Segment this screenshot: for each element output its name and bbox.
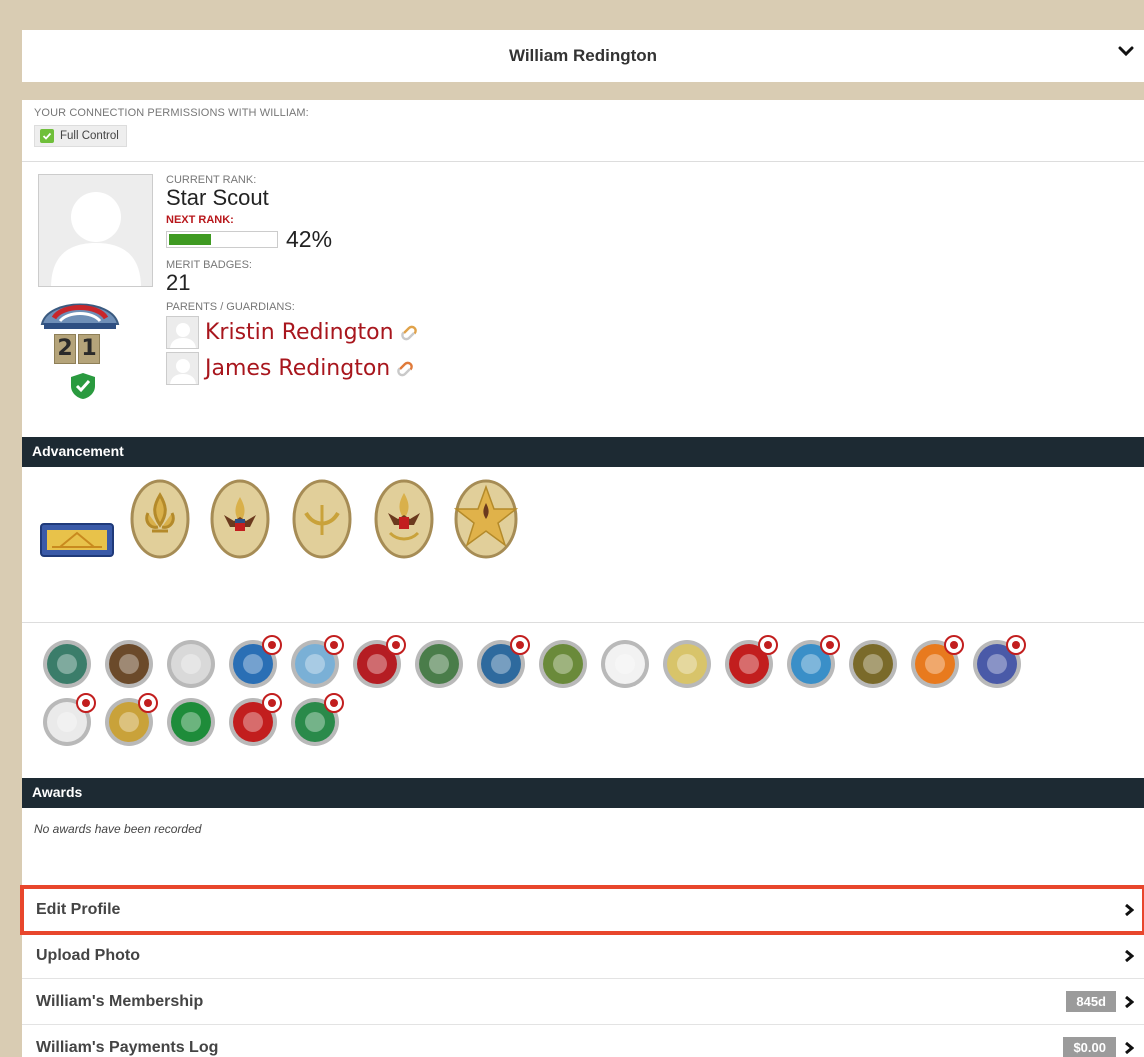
menu-item-right: [1124, 949, 1134, 962]
merit-badge-icon[interactable]: [42, 693, 96, 747]
menu-item-william-s-membership[interactable]: William's Membership 845d: [22, 979, 1144, 1025]
merit-badge-icon[interactable]: [662, 635, 716, 689]
menu-item-badge: $0.00: [1063, 1037, 1116, 1057]
profile-summary: 2 1 CURRENT RANK: Star Scout NEXT RANK: …: [22, 162, 1144, 437]
merit-badge-icon[interactable]: [166, 693, 220, 747]
current-rank-value: Star Scout: [166, 185, 269, 210]
merit-badges-label: MERIT BADGES:: [166, 259, 252, 271]
chevron-right-icon[interactable]: [1124, 949, 1134, 962]
scout-avatar[interactable]: [38, 174, 153, 287]
guardian-avatar: [166, 316, 199, 349]
menu-item-label: Edit Profile: [36, 900, 121, 918]
merit-badge-icon[interactable]: [972, 635, 1026, 689]
merit-badge-icon[interactable]: [600, 635, 654, 689]
menu-item-label: William's Payments Log: [36, 1038, 219, 1056]
menu-item-upload-photo[interactable]: Upload Photo: [22, 933, 1144, 979]
merit-badge-icon[interactable]: [724, 635, 778, 689]
link-icon[interactable]: [400, 324, 418, 342]
unit-number-digit: 1: [78, 334, 100, 364]
scout-rank-patch-icon[interactable]: [130, 479, 190, 559]
chevron-right-icon[interactable]: [1124, 903, 1134, 916]
merit-badge-icon[interactable]: [228, 693, 282, 747]
merit-badge-icon[interactable]: [228, 635, 282, 689]
menu-item-badge: 845d: [1066, 991, 1116, 1012]
guardian-avatar: [166, 352, 199, 385]
merit-badge-icon[interactable]: [104, 693, 158, 747]
merit-badge-icon[interactable]: [290, 635, 344, 689]
rank-info: CURRENT RANK: Star Scout NEXT RANK: 42% …: [166, 174, 418, 385]
progress-percent: 42%: [286, 226, 333, 252]
menu-item-edit-profile[interactable]: Edit Profile: [20, 885, 1144, 935]
unit-number-digit: 2: [54, 334, 76, 364]
merit-badge-icon[interactable]: [786, 635, 840, 689]
merit-badges-row: [42, 693, 1124, 747]
merit-badge-icon[interactable]: [476, 635, 530, 689]
awards-heading: Awards: [22, 778, 1144, 808]
merit-badge-icon[interactable]: [910, 635, 964, 689]
first-class-rank-patch-icon[interactable]: [374, 479, 434, 559]
parents-label: PARENTS / GUARDIANS:: [166, 301, 295, 313]
star-rank-patch-icon[interactable]: [454, 479, 518, 559]
permissions-label: YOUR CONNECTION PERMISSIONS WITH WILLIAM…: [34, 107, 309, 119]
merit-badges-count: 21: [166, 270, 191, 295]
merit-badge-icon[interactable]: [104, 635, 158, 689]
verified-shield-icon: [71, 373, 95, 399]
top-background-strip: [0, 0, 1144, 30]
arrow-of-light-patch-icon[interactable]: [40, 523, 114, 557]
permission-badge: Full Control: [34, 125, 127, 147]
rank-patches-row: [22, 467, 1144, 623]
merit-badge-icon[interactable]: [414, 635, 468, 689]
scout-profile-panel: William Redington YOUR CONNECTION PERMIS…: [20, 30, 1144, 1057]
advancement-heading: Advancement: [22, 437, 1144, 467]
menu-item-label: Upload Photo: [36, 946, 140, 964]
merit-badge-icon[interactable]: [538, 635, 592, 689]
merit-badge-icon[interactable]: [848, 635, 902, 689]
merit-badge-icon[interactable]: [42, 635, 96, 689]
merit-badges-grid: [22, 623, 1144, 778]
permission-badge-label: Full Control: [60, 130, 119, 142]
next-rank-progress: 42%: [166, 226, 418, 253]
unit-number: 2 1: [54, 334, 100, 364]
merit-badge-icon[interactable]: [290, 693, 344, 747]
guardian-name[interactable]: Kristin Redington: [205, 320, 394, 345]
progress-bar-fill: [169, 234, 212, 245]
guardian-name[interactable]: James Redington: [205, 356, 390, 381]
second-class-rank-patch-icon[interactable]: [292, 479, 352, 559]
check-icon: [40, 129, 54, 143]
menu-item-right: 845d: [1066, 991, 1134, 1012]
menu-item-right: [1124, 903, 1134, 916]
council-patch-icon: [40, 303, 120, 329]
progress-bar: [166, 231, 278, 248]
scout-name-title: William Redington: [508, 46, 658, 65]
merit-badges-row: [42, 635, 1124, 689]
connection-permissions: YOUR CONNECTION PERMISSIONS WITH WILLIAM…: [22, 100, 1144, 162]
guardian-item[interactable]: James Redington: [166, 352, 418, 385]
menu-item-william-s-payments-log[interactable]: William's Payments Log $0.00: [22, 1025, 1144, 1057]
tenderfoot-rank-patch-icon[interactable]: [210, 479, 270, 559]
avatar-placeholder-icon: [51, 192, 141, 286]
chevron-down-icon[interactable]: [1118, 43, 1134, 59]
next-rank-label: NEXT RANK:: [166, 214, 234, 226]
merit-badge-icon[interactable]: [352, 635, 406, 689]
menu-item-label: William's Membership: [36, 992, 204, 1010]
profile-header[interactable]: William Redington: [22, 30, 1144, 100]
menu-item-right: $0.00: [1063, 1037, 1134, 1057]
awards-empty-text: No awards have been recorded: [34, 822, 202, 836]
chevron-right-icon[interactable]: [1124, 995, 1134, 1008]
merit-badge-icon[interactable]: [166, 635, 220, 689]
guardian-item[interactable]: Kristin Redington: [166, 316, 418, 349]
link-icon[interactable]: [396, 360, 414, 378]
chevron-right-icon[interactable]: [1124, 1041, 1134, 1054]
profile-menu: Edit Profile Upload Photo William's Member…: [20, 885, 1144, 1057]
